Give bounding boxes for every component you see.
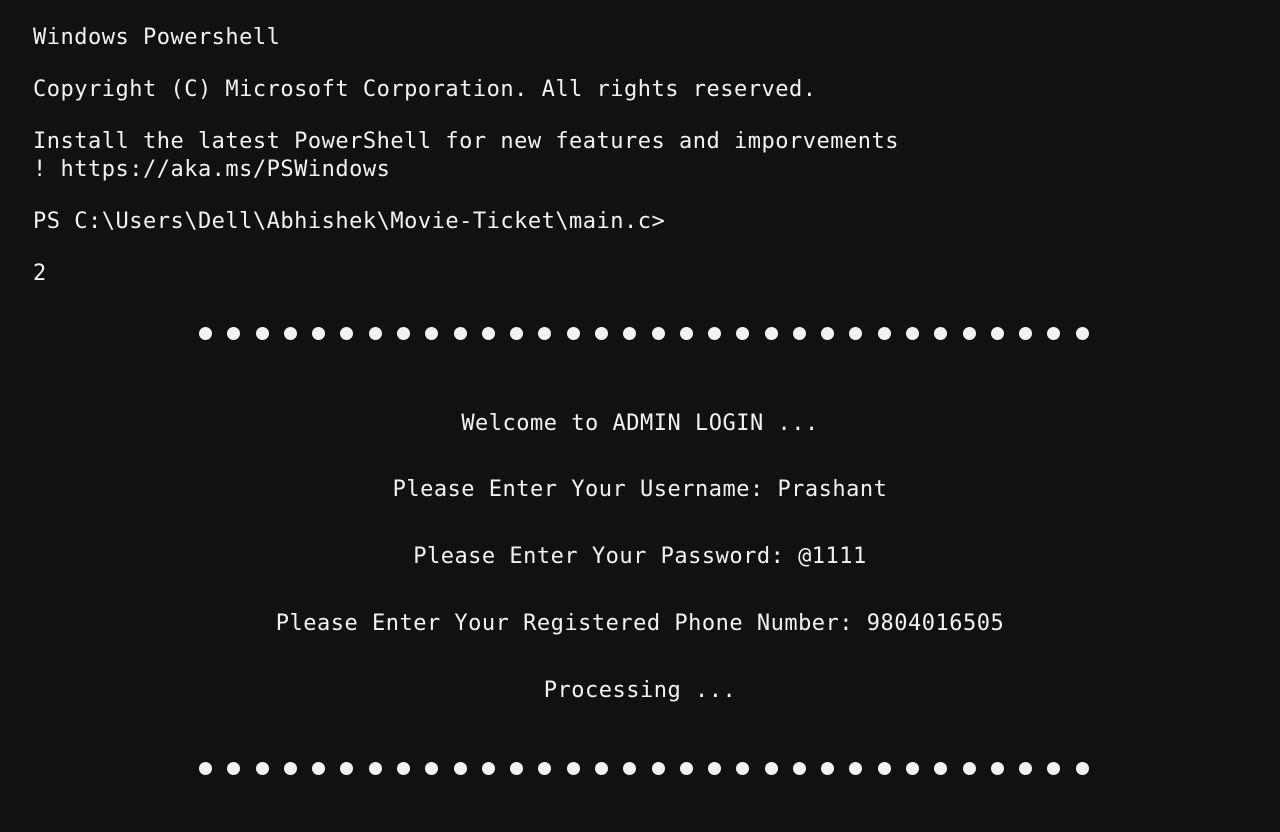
separator-dot (255, 761, 269, 775)
separator-dot (425, 761, 439, 775)
separator-dot (962, 326, 976, 340)
separator-dot (736, 326, 750, 340)
password-prompt-line: Please Enter Your Password: @1111 (413, 544, 867, 569)
separator-dot (792, 326, 806, 340)
separator-dot (877, 326, 891, 340)
command-prompt: PS C:\Users\Dell\Abhishek\Movie-Ticket\m… (33, 209, 666, 234)
separator-dot (764, 326, 778, 340)
separator-dot (199, 326, 212, 340)
separator-dot (481, 326, 495, 340)
separator-dot (934, 326, 948, 340)
separator-dot (821, 761, 835, 775)
separator-dot (538, 326, 552, 340)
separator-dot (538, 761, 552, 775)
separator-dot (990, 326, 1004, 340)
separator-dot (227, 761, 241, 775)
phone-prompt-line: Please Enter Your Registered Phone Numbe… (275, 611, 1005, 636)
user-input-value: 2 (33, 261, 47, 286)
separator-dot (877, 761, 891, 775)
separator-dot (368, 326, 382, 340)
separator-dot (396, 761, 410, 775)
separator-dot (651, 761, 665, 775)
separator-dot (736, 761, 750, 775)
separator-dot (1075, 326, 1089, 340)
separator-dot (368, 761, 382, 775)
separator-dot (708, 326, 722, 340)
separator-dot (934, 761, 948, 775)
separator-dot (453, 761, 467, 775)
separator-dot (283, 761, 297, 775)
separator-dot (849, 761, 863, 775)
separator-dot (453, 326, 467, 340)
separator-dot (199, 761, 212, 775)
separator-dot (679, 326, 693, 340)
separator-dot (1047, 326, 1061, 340)
separator-dot (651, 326, 665, 340)
separator-dot (906, 326, 920, 340)
separator-dot (340, 761, 354, 775)
separator-dot (594, 761, 608, 775)
separator-dot (1019, 761, 1033, 775)
separator-dot (623, 326, 637, 340)
separator-dot (679, 761, 693, 775)
separator-dot (792, 761, 806, 775)
separator-dot (566, 326, 580, 340)
username-prompt-line: Please Enter Your Username: Prashant (392, 477, 888, 502)
separator-dot (962, 761, 976, 775)
powershell-terminal[interactable]: Windows Powershell Copyright (C) Microso… (0, 0, 1280, 832)
separator-dot (906, 761, 920, 775)
separator-dot (312, 326, 326, 340)
install-notice-line: Install the latest PowerShell for new fe… (33, 129, 899, 154)
separator-dot (990, 761, 1004, 775)
separator-dot (227, 326, 241, 340)
separator-dot (481, 761, 495, 775)
processing-message: Processing ... (543, 678, 737, 703)
separator-dot (1075, 761, 1089, 775)
terminal-header-title: Windows Powershell (33, 25, 281, 50)
separator-dot (821, 326, 835, 340)
separator-dot (1047, 761, 1061, 775)
separator-dot (1019, 326, 1033, 340)
separator-dot (708, 761, 722, 775)
separator-dot (623, 761, 637, 775)
separator-dot (594, 326, 608, 340)
separator-dot (340, 326, 354, 340)
separator-dot (283, 326, 297, 340)
welcome-message: Welcome to ADMIN LOGIN ... (461, 411, 819, 436)
separator-dot (510, 326, 524, 340)
copyright-line: Copyright (C) Microsoft Corporation. All… (33, 77, 817, 102)
separator-dot (396, 326, 410, 340)
separator-dot (566, 761, 580, 775)
separator-dots-bottom (199, 761, 1089, 775)
separator-dot (849, 326, 863, 340)
separator-dot (510, 761, 524, 775)
separator-dot (425, 326, 439, 340)
separator-dot (764, 761, 778, 775)
separator-dot (255, 326, 269, 340)
install-link-line[interactable]: ! https://aka.ms/PSWindows (33, 156, 390, 184)
separator-dot (312, 761, 326, 775)
separator-dots-top (199, 326, 1089, 340)
